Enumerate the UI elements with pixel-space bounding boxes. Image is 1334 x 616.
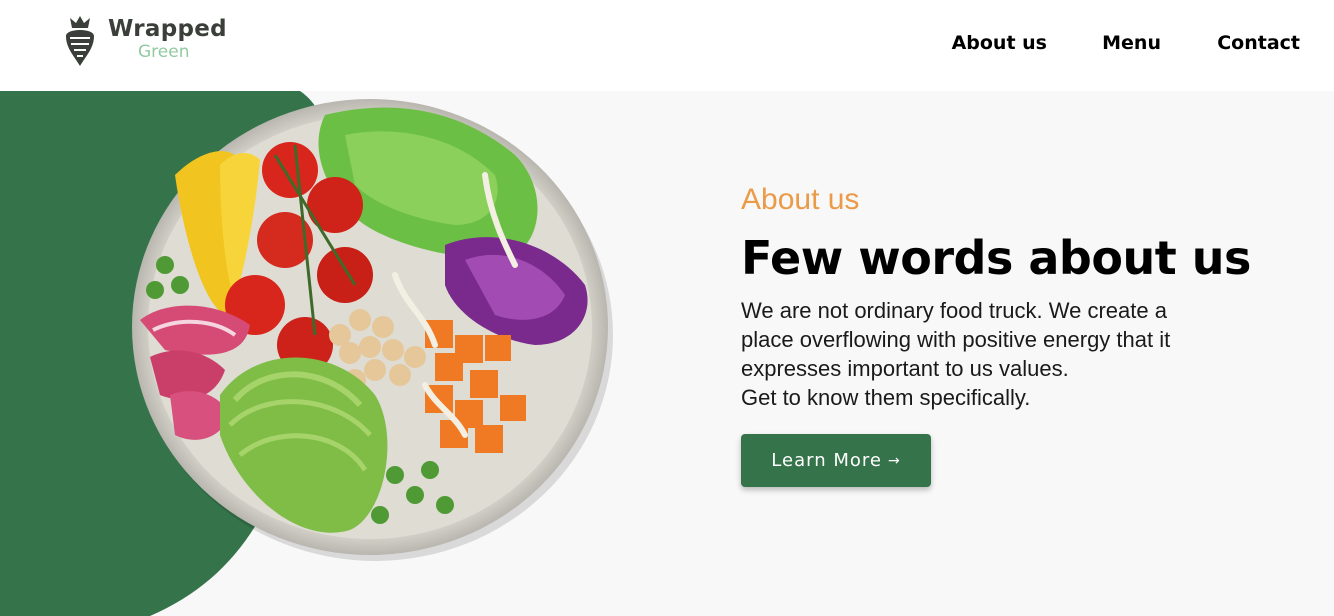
nav-about-us[interactable]: About us [952, 32, 1047, 54]
salad-bowl-image [132, 99, 613, 561]
learn-more-label: Learn More [771, 450, 882, 471]
nav-menu[interactable]: Menu [1102, 32, 1161, 54]
beet-icon [66, 16, 94, 66]
brand-name: Wrapped [108, 16, 227, 42]
section-eyebrow: About us [741, 183, 860, 216]
site-header: Wrapped Green About us Menu Contact [0, 0, 1334, 91]
section-headline: Few words about us [741, 231, 1251, 285]
arrow-right-icon: → [887, 452, 901, 469]
brand-subname: Green [138, 42, 190, 62]
section-description: We are not ordinary food truck. We creat… [741, 298, 1171, 410]
brand-logo[interactable]: Wrapped Green [62, 14, 232, 70]
about-section: About us Few words about us We are not o… [741, 180, 1301, 412]
nav-contact[interactable]: Contact [1217, 32, 1300, 54]
learn-more-button[interactable]: Learn More → [741, 434, 931, 487]
